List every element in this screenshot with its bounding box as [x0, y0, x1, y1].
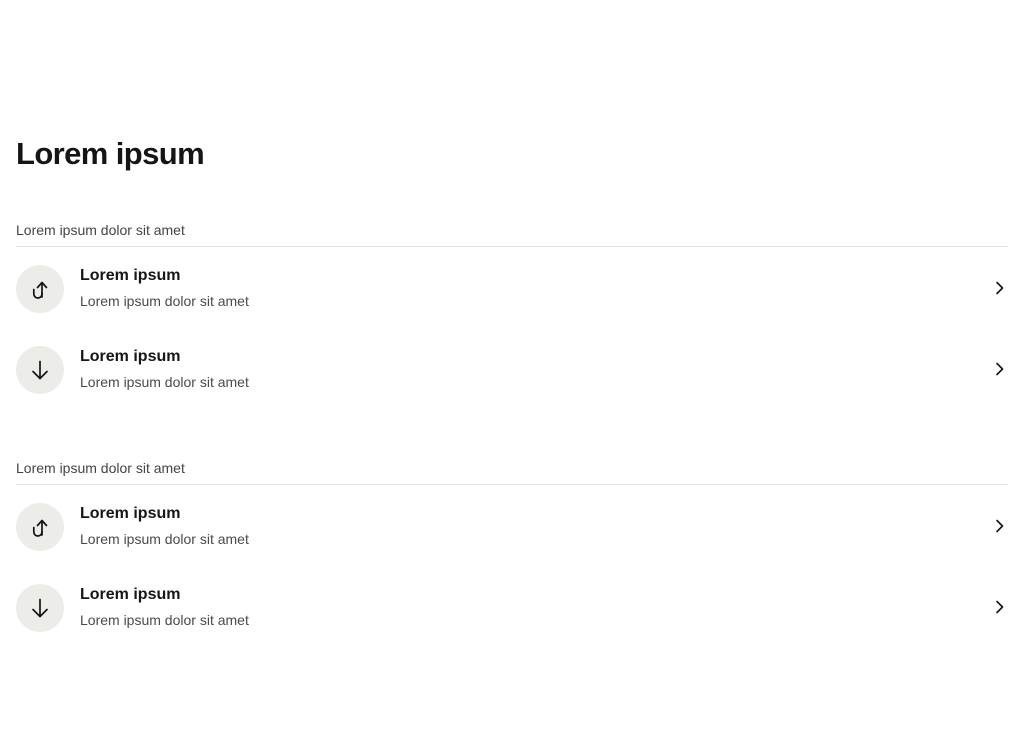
- chevron-right-icon[interactable]: [992, 518, 1006, 534]
- arrow-return-up-icon: [16, 503, 64, 551]
- list-item-title: Lorem ipsum: [80, 267, 181, 284]
- chevron-right-icon[interactable]: [992, 599, 1006, 615]
- section-2: Lorem ipsum dolor sit amet Lorem ipsum L…: [16, 458, 1008, 647]
- arrow-down-icon: [16, 584, 64, 632]
- section-1: Lorem ipsum dolor sit amet Lorem ipsum L…: [16, 220, 1008, 409]
- list-item[interactable]: Lorem ipsum Lorem ipsum dolor sit amet: [16, 566, 1008, 647]
- list-item-subtitle: Lorem ipsum dolor sit amet: [80, 374, 249, 390]
- list-item-title: Lorem ipsum: [80, 586, 181, 603]
- list-item[interactable]: Lorem ipsum Lorem ipsum dolor sit amet: [16, 485, 1008, 566]
- section-header: Lorem ipsum dolor sit amet: [16, 458, 1008, 485]
- list-item[interactable]: Lorem ipsum Lorem ipsum dolor sit amet: [16, 328, 1008, 409]
- arrow-return-up-icon: [16, 265, 64, 313]
- list-item[interactable]: Lorem ipsum Lorem ipsum dolor sit amet: [16, 247, 1008, 328]
- list-item-text: Lorem ipsum Lorem ipsum dolor sit amet: [80, 265, 249, 311]
- list-item-text: Lorem ipsum Lorem ipsum dolor sit amet: [80, 346, 249, 392]
- list-item-text: Lorem ipsum Lorem ipsum dolor sit amet: [80, 584, 249, 630]
- list-item-title: Lorem ipsum: [80, 348, 181, 365]
- section-header: Lorem ipsum dolor sit amet: [16, 220, 1008, 247]
- list-item-text: Lorem ipsum Lorem ipsum dolor sit amet: [80, 503, 249, 549]
- list-item-subtitle: Lorem ipsum dolor sit amet: [80, 531, 249, 547]
- list-item-title: Lorem ipsum: [80, 505, 181, 522]
- chevron-right-icon[interactable]: [992, 280, 1006, 296]
- page-title: Lorem ipsum: [16, 136, 205, 171]
- list-item-subtitle: Lorem ipsum dolor sit amet: [80, 293, 249, 309]
- chevron-right-icon[interactable]: [992, 361, 1006, 377]
- list-item-subtitle: Lorem ipsum dolor sit amet: [80, 612, 249, 628]
- arrow-down-icon: [16, 346, 64, 394]
